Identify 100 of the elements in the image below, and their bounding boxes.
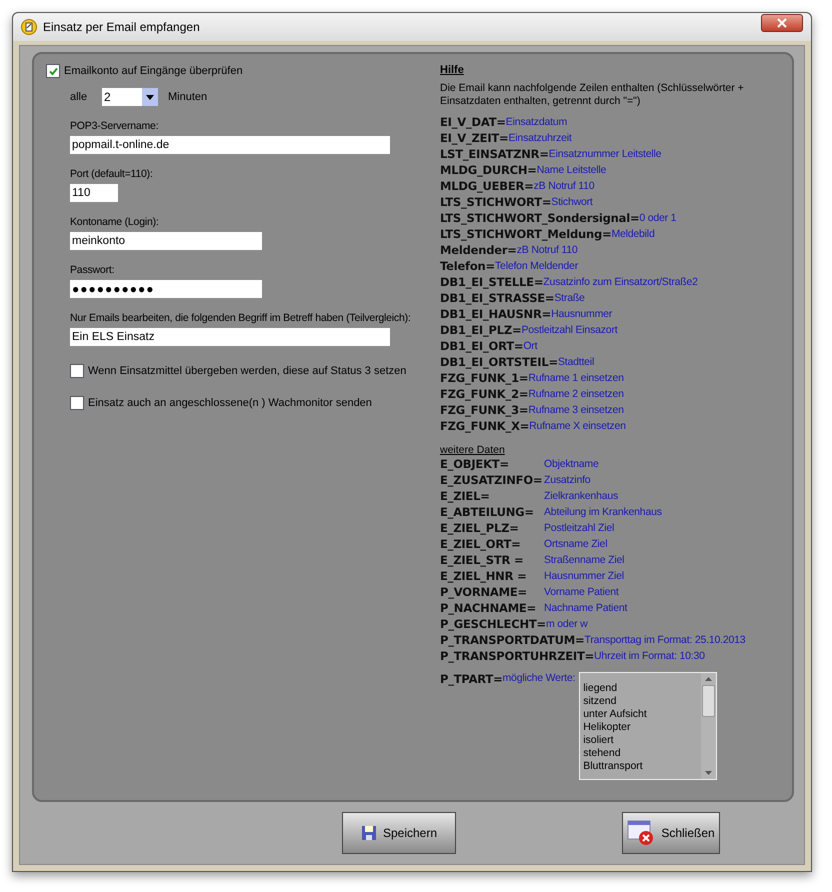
- field-label: POP3-Servername:: [70, 120, 158, 132]
- checkbox-label: Wenn Einsatzmittel übergeben werden, diese auf Status 3 setzen: [88, 365, 406, 377]
- keyword-description: 0 oder 1: [639, 212, 676, 224]
- keyword-description: Rufname 3 einsetzen: [528, 404, 624, 416]
- input-field[interactable]: meinkonto: [70, 232, 262, 250]
- keyword: MLDG_DURCH=: [440, 163, 537, 177]
- keyword: P_TRANSPORTUHRZEIT=: [440, 649, 594, 663]
- keyword-description: Meldebild: [611, 228, 655, 240]
- keyword-description: Hausnummer: [551, 308, 612, 320]
- keyword-description: Einsatznummer Leitstelle: [548, 148, 662, 160]
- list-item[interactable]: Helikopter: [583, 721, 702, 734]
- keyword-description: Transporttag im Format: 25.10.2013: [584, 634, 746, 646]
- keyword-description: Stichwort: [551, 196, 593, 208]
- interval-label: alle: [70, 91, 88, 103]
- field-label: Nur Emails bearbeiten, die folgenden Begriff im Betreff haben (Teilvergleich):: [70, 312, 411, 324]
- keyword-description: Zusatzinfo zum Einsatzort/Straße2: [543, 276, 698, 288]
- keyword-description: Ort: [523, 340, 538, 352]
- field-label: Passwort:: [70, 264, 114, 276]
- keyword: E_ZIEL=: [440, 489, 491, 503]
- input-field[interactable]: Ein ELS Einsatz: [70, 328, 390, 346]
- keyword: FZG_FUNK_3=: [440, 403, 528, 417]
- keyword-description: Rufname 2 einsetzen: [528, 388, 624, 400]
- list-item[interactable]: Bluttransport: [583, 760, 702, 773]
- field-label: Kontoname (Login):: [70, 216, 159, 228]
- keyword-description: Abteilung im Krankenhaus: [544, 506, 662, 518]
- list-item[interactable]: isoliert: [583, 734, 702, 747]
- help-title: Hilfe: [440, 64, 465, 76]
- keyword-description: Straße: [554, 292, 585, 304]
- save-button[interactable]: Speichern: [342, 812, 456, 854]
- keyword-description: Zusatzinfo: [544, 474, 590, 486]
- list-item[interactable]: sitzend: [583, 695, 702, 708]
- close-icon[interactable]: [761, 14, 803, 32]
- keyword: E_OBJEKT=: [440, 457, 510, 471]
- input-field[interactable]: ●●●●●●●●●●: [70, 280, 262, 298]
- keyword: Telefon=: [440, 259, 495, 273]
- keyword-description: Einsatzuhrzeit: [508, 132, 572, 144]
- keyword: P_TRANSPORTDATUM=: [440, 633, 584, 647]
- keyword-description: Name Leitstelle: [536, 164, 606, 176]
- dropdown-arrow-icon: [146, 94, 154, 100]
- checkbox[interactable]: [46, 64, 60, 78]
- keyword-description: Telefon Meldender: [495, 260, 578, 272]
- scrollbar[interactable]: [701, 673, 716, 779]
- scroll-up-icon[interactable]: [705, 677, 712, 681]
- checkbox[interactable]: [70, 396, 84, 410]
- keyword-description: Rufname 1 einsetzen: [528, 372, 624, 384]
- interval-unit: Minuten: [168, 91, 208, 103]
- keyword: P_GESCHLECHT=: [440, 617, 546, 631]
- keyword-description: Postleitzahl Einsazort: [521, 324, 618, 336]
- keyword: P_NACHNAME=: [440, 601, 538, 615]
- keyword: EI_V_DAT=: [440, 115, 506, 129]
- keyword: DB1_EI_ORT=: [440, 339, 524, 353]
- input-field[interactable]: 110: [70, 184, 118, 202]
- keyword-description: zB Notruf 110: [534, 180, 594, 192]
- keyword: LST_EINSATZNR=: [440, 147, 549, 161]
- scroll-down-icon[interactable]: [705, 771, 712, 775]
- keyword: E_ZIEL_ORT=: [440, 537, 522, 551]
- keyword-description: m oder w: [546, 618, 588, 630]
- keyword-description: Zielkrankenhaus: [544, 490, 618, 502]
- keyword-description: Rufname X einsetzen: [529, 420, 626, 432]
- keyword: DB1_EI_PLZ=: [440, 323, 522, 337]
- help-text: Die Email kann nachfolgende Zeilen enthalten (Schlüsselwörter + Einsatzdaten enthalten, getrennt durch "="): [440, 82, 745, 108]
- interval-dropdown[interactable]: 2: [102, 88, 158, 106]
- list-item[interactable]: stehend: [583, 747, 702, 760]
- keyword: E_ZIEL_STR =: [440, 553, 524, 567]
- keyword-description: Einsatzdatum: [506, 116, 567, 128]
- keyword: DB1_EI_STELLE=: [440, 275, 544, 289]
- list-item[interactable]: unter Aufsicht: [583, 708, 702, 721]
- keyword-description: zB Notruf 110: [516, 244, 578, 256]
- keyword-description: Vorname Patient: [544, 586, 619, 598]
- keyword-description: Uhrzeit im Format: 10:30: [594, 650, 705, 662]
- keyword: DB1_EI_HAUSNR=: [440, 307, 552, 321]
- close-button[interactable]: Schließen: [622, 812, 720, 854]
- keyword-description: mögliche Werte:: [502, 672, 576, 684]
- keyword-description: Hausnummer Ziel: [544, 570, 624, 582]
- field-label: Port (default=110):: [70, 168, 153, 180]
- keyword: MLDG_UEBER=: [440, 179, 534, 193]
- keyword: P_TPART=: [440, 672, 503, 686]
- checkbox-label: Einsatz auch an angeschlossene(n ) Wachmonitor senden: [88, 397, 372, 409]
- keyword: FZG_FUNK_2=: [440, 387, 528, 401]
- keyword: E_ZIEL_HNR =: [440, 569, 528, 583]
- keyword-description: Nachname Patient: [544, 602, 628, 614]
- input-field[interactable]: popmail.t-online.de: [70, 136, 390, 154]
- keyword: LTS_STICHWORT_Meldung=: [440, 227, 612, 241]
- keyword-description: Stadtteil: [558, 356, 594, 368]
- values-listbox[interactable]: liegend sitzend unter Aufsicht Helikopter isoliert stehend Bluttransport: [579, 672, 718, 780]
- keyword: P_VORNAME=: [440, 585, 528, 599]
- checkbox-label: Emailkonto auf Eingänge überprüfen: [64, 65, 243, 77]
- keyword: E_ZUSATZINFO=: [440, 473, 544, 487]
- list-item[interactable]: liegend: [583, 682, 702, 695]
- keyword: EI_V_ZEIT=: [440, 131, 508, 145]
- section-heading: weitere Daten: [440, 444, 506, 456]
- keyword: FZG_FUNK_1=: [440, 371, 528, 385]
- app-icon: [21, 19, 37, 35]
- keyword-description: Ortsname Ziel: [544, 538, 608, 550]
- keyword: DB1_EI_STRASSE=: [440, 291, 554, 305]
- keyword: Meldender=: [440, 243, 517, 257]
- keyword-description: Objektname: [544, 458, 599, 470]
- keyword: LTS_STICHWORT=: [440, 195, 552, 209]
- checkbox[interactable]: [70, 364, 84, 378]
- keyword: E_ABTEILUNG=: [440, 505, 535, 519]
